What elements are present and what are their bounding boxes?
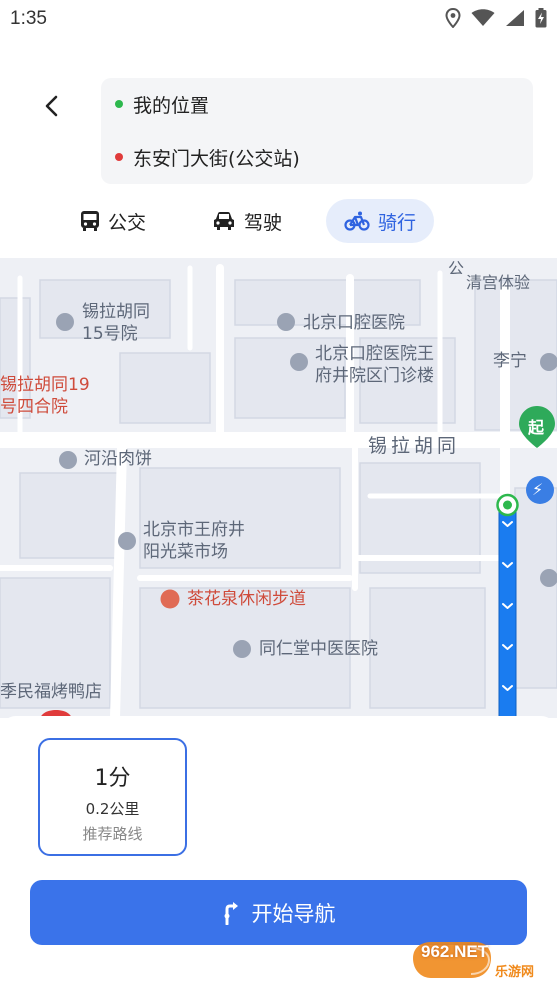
- route-distance: 0.2公里: [85, 800, 140, 818]
- poi-label[interactable]: 李宁: [493, 350, 527, 372]
- start-marker-label: 起: [528, 418, 545, 437]
- travel-mode-tabs: 公交 驾驶 骑行: [0, 199, 557, 245]
- watermark-subtext: 乐游网: [495, 965, 535, 980]
- poi-label[interactable]: 北京口腔医院: [303, 312, 405, 334]
- poi-label[interactable]: 锡拉胡同19 号四合院: [0, 374, 90, 418]
- poi-line: 河沿肉饼: [84, 449, 152, 469]
- tab-bus-label: 公交: [108, 211, 147, 234]
- origin-text: 我的位置: [133, 94, 210, 117]
- route-input-box: 我的位置 东安门大街(公交站): [101, 78, 533, 184]
- battery-charging-icon: [535, 8, 547, 32]
- status-time: 1:35: [10, 8, 47, 29]
- destination-dot: [115, 153, 123, 161]
- poi-line: 李宁: [493, 351, 527, 371]
- bus-icon: [81, 211, 99, 231]
- charging-station-icon: ⚡: [532, 480, 544, 499]
- poi-line: 公: [448, 260, 465, 274]
- origin-dot: [115, 100, 123, 108]
- signal-icon: [505, 9, 525, 31]
- poi-line: 季民福烤鸭店: [0, 682, 102, 702]
- poi-label[interactable]: 锡拉胡同 15号院: [82, 301, 150, 345]
- bicycle-icon: [344, 211, 370, 231]
- location-icon: [445, 7, 461, 32]
- status-bar: 1:35: [0, 0, 557, 38]
- poi-line: 同仁堂中医医院: [259, 639, 378, 659]
- poi-line: 北京口腔医院: [303, 313, 405, 333]
- tab-cycling-label: 骑行: [378, 211, 417, 234]
- map-view[interactable]: 起 ⚡ 锡拉胡同 公 清宫体验 锡拉胡同 15号院 北京口腔医院 北京口腔医院王…: [0, 258, 557, 718]
- road-label: 锡拉胡同: [368, 435, 461, 457]
- status-icons: [445, 7, 547, 32]
- route-label: 推荐路线: [82, 825, 143, 843]
- navigation-turn-icon: [224, 901, 238, 925]
- site-watermark: 962.NET 乐游网: [411, 938, 551, 982]
- origin-field[interactable]: 我的位置: [115, 89, 209, 119]
- tab-drive-label: 驾驶: [244, 211, 283, 234]
- tab-bus[interactable]: 公交: [62, 199, 164, 243]
- chevron-left-icon: [45, 95, 58, 117]
- tab-drive[interactable]: 驾驶: [194, 199, 300, 243]
- poi-label[interactable]: 茶花泉休闲步道: [187, 588, 306, 610]
- poi-label[interactable]: 河沿肉饼: [84, 448, 152, 470]
- poi-line: 锡拉胡同19: [0, 375, 90, 395]
- tab-cycling[interactable]: 骑行: [326, 199, 435, 243]
- poi-line: 锡拉胡同: [82, 302, 150, 322]
- wifi-icon: [471, 9, 495, 31]
- watermark-text: 962.NET: [421, 942, 489, 961]
- poi-line: 15号院: [82, 324, 138, 344]
- route-option-card[interactable]: 1分 0.2公里 推荐路线: [38, 738, 187, 856]
- poi-line: 北京口腔医院王: [315, 344, 434, 364]
- poi-line: 清宫体验: [466, 273, 531, 292]
- poi-label[interactable]: 季民福烤鸭店: [0, 681, 102, 703]
- destination-field[interactable]: 东安门大街(公交站): [115, 142, 300, 172]
- poi-label[interactable]: 公 清宫体验: [448, 260, 530, 292]
- poi-line: 茶花泉休闲步道: [187, 589, 306, 609]
- car-icon: [214, 212, 234, 230]
- poi-line: 阳光菜市场: [143, 542, 228, 562]
- back-button[interactable]: [36, 90, 68, 122]
- poi-line: 府井院区门诊楼: [315, 366, 434, 386]
- poi-label[interactable]: 同仁堂中医医院: [259, 638, 378, 660]
- poi-label[interactable]: 北京市王府井 阳光菜市场: [143, 519, 245, 563]
- start-navigation-label: 开始导航: [251, 901, 336, 926]
- start-navigation-button[interactable]: 开始导航: [30, 880, 527, 945]
- poi-label[interactable]: 北京口腔医院王 府井院区门诊楼: [315, 343, 434, 387]
- poi-line: 北京市王府井: [143, 520, 245, 540]
- destination-text: 东安门大街(公交站): [133, 147, 300, 170]
- poi-line: 号四合院: [0, 397, 68, 417]
- route-time: 1分: [94, 766, 131, 791]
